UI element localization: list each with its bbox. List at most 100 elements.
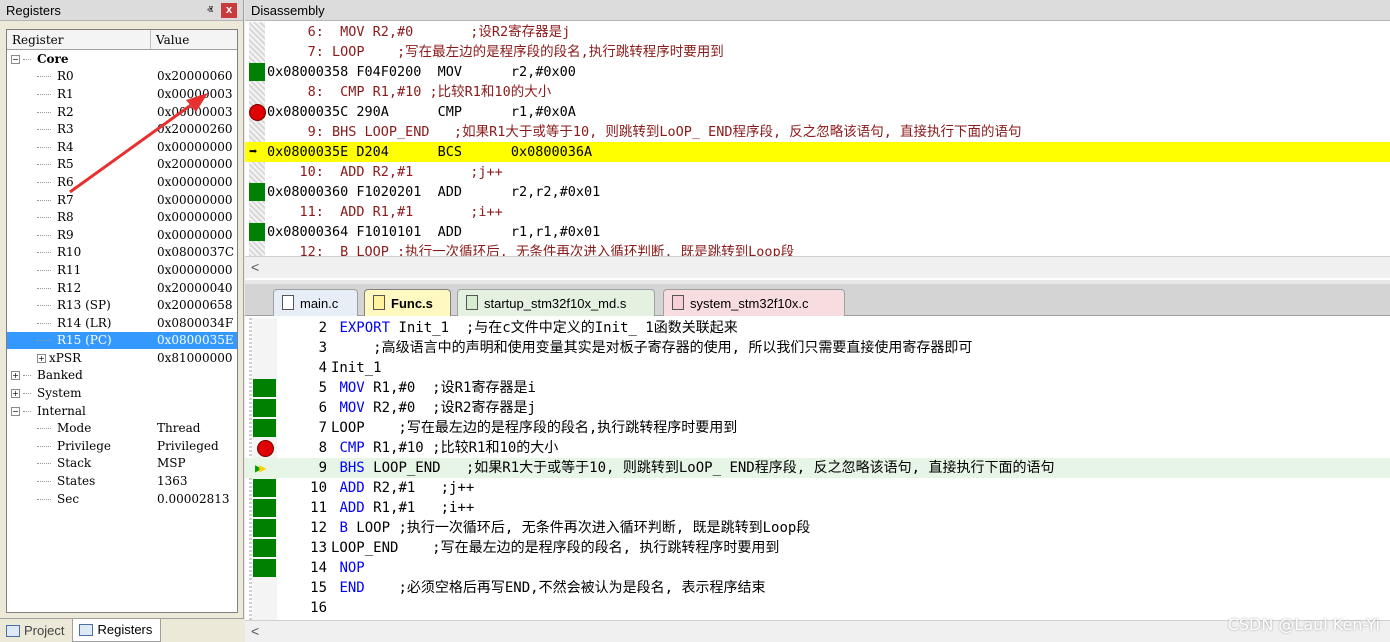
- register-value[interactable]: 0x00000000: [153, 263, 237, 277]
- pin-icon[interactable]: ⱏ: [207, 0, 213, 21]
- disassembly-instruction-line[interactable]: 0x08000360 F1020201 ADD r2,r2,#0x01: [245, 182, 1390, 202]
- scroll-left-arrow-icon[interactable]: <: [251, 623, 259, 639]
- register-value[interactable]: 0x81000000: [153, 351, 237, 365]
- register-row[interactable]: R11 0x00000000: [7, 261, 237, 279]
- editor-line[interactable]: 6 MOV R2,#0 ;设R2寄存器是j: [245, 398, 1390, 418]
- editor-horizontal-scrollbar[interactable]: <: [245, 620, 1390, 642]
- executed-code-marker[interactable]: [253, 399, 276, 417]
- register-value[interactable]: 0x20000060: [153, 69, 237, 83]
- register-row[interactable]: Mode Thread: [7, 419, 237, 437]
- tab-main-c[interactable]: main.c: [273, 289, 358, 316]
- register-row[interactable]: R14 (LR) 0x0800034F: [7, 314, 237, 332]
- register-row[interactable]: R0 0x20000060: [7, 68, 237, 86]
- tab-startup-s[interactable]: startup_stm32f10x_md.s: [457, 289, 655, 316]
- register-row[interactable]: − Internal: [7, 402, 237, 420]
- executed-code-marker[interactable]: [249, 183, 265, 201]
- disassembly-instruction-line[interactable]: ➡ 0x0800035E D204 BCS 0x0800036A: [245, 142, 1390, 162]
- disassembly-source-line[interactable]: 6: MOV R2,#0 ;设R2寄存器是j: [245, 22, 1390, 42]
- editor-text-area[interactable]: 2 EXPORT Init_1 ;与在c文件中定义的Init_ 1函数关联起来 3…: [245, 318, 1390, 620]
- register-row[interactable]: R4 0x00000000: [7, 138, 237, 156]
- register-value[interactable]: Privileged: [153, 439, 237, 453]
- register-value[interactable]: Thread: [153, 421, 237, 435]
- disassembly-source-line[interactable]: 9: BHS LOOP_END ;如果R1大于或等于10, 则跳转到LoOP_ …: [245, 122, 1390, 142]
- register-row[interactable]: − Core: [7, 50, 237, 68]
- editor-line[interactable]: 13 LOOP_END ;写在最左边的是程序段的段名, 执行跳转程序时要用到: [245, 538, 1390, 558]
- register-value[interactable]: 0x0800037C: [153, 245, 237, 259]
- expand-icon[interactable]: +: [37, 353, 46, 363]
- register-row[interactable]: R15 (PC) 0x0800035E: [7, 331, 237, 350]
- register-row[interactable]: + Banked: [7, 367, 237, 385]
- disassembly-horizontal-scrollbar[interactable]: <: [245, 256, 1390, 278]
- executed-code-marker[interactable]: [249, 63, 265, 81]
- register-value[interactable]: 0x20000000: [153, 157, 237, 171]
- register-value[interactable]: 0x20000040: [153, 281, 237, 295]
- tab-registers[interactable]: Registers: [72, 619, 162, 642]
- executed-code-marker[interactable]: [253, 499, 276, 517]
- register-row[interactable]: R10 0x0800037C: [7, 244, 237, 262]
- editor-line[interactable]: 7 LOOP ;写在最左边的是程序段的段名,执行跳转程序时要用到: [245, 418, 1390, 438]
- breakpoint-icon[interactable]: [249, 103, 266, 121]
- register-row[interactable]: R13 (SP) 0x20000658: [7, 296, 237, 314]
- executed-code-marker[interactable]: [253, 519, 276, 537]
- register-row[interactable]: R8 0x00000000: [7, 208, 237, 226]
- register-value[interactable]: 0x20000260: [153, 122, 237, 136]
- disassembly-source-line[interactable]: 10: ADD R2,#1 ;j++: [245, 162, 1390, 182]
- register-row[interactable]: R7 0x00000000: [7, 191, 237, 209]
- register-row[interactable]: R6 0x00000000: [7, 173, 237, 191]
- editor-line[interactable]: 11 ADD R1,#1 ;i++: [245, 498, 1390, 518]
- register-row[interactable]: + System: [7, 384, 237, 402]
- disassembly-source-line[interactable]: 11: ADD R1,#1 ;i++: [245, 202, 1390, 222]
- executed-code-marker[interactable]: [253, 379, 276, 397]
- register-value[interactable]: 0x20000658: [153, 298, 237, 312]
- editor-line[interactable]: 12 B LOOP ;执行一次循环后, 无条件再次进入循环判断, 既是跳转到Lo…: [245, 518, 1390, 538]
- register-row[interactable]: States 1363: [7, 472, 237, 490]
- register-row[interactable]: Sec 0.00002813: [7, 490, 237, 508]
- editor-line[interactable]: 2 EXPORT Init_1 ;与在c文件中定义的Init_ 1函数关联起来: [245, 318, 1390, 338]
- editor-line[interactable]: 10 ADD R2,#1 ;j++: [245, 478, 1390, 498]
- register-row[interactable]: R5 0x20000000: [7, 156, 237, 174]
- current-instruction-arrow-icon[interactable]: ➡: [249, 143, 265, 161]
- register-value[interactable]: 0x00000003: [153, 105, 237, 119]
- disassembly-source-line[interactable]: 8: CMP R1,#10 ;比较R1和10的大小: [245, 82, 1390, 102]
- disassembly-instruction-line[interactable]: 0x08000358 F04F0200 MOV r2,#0x00: [245, 62, 1390, 82]
- expand-icon[interactable]: +: [11, 389, 20, 399]
- collapse-icon[interactable]: −: [11, 54, 20, 64]
- editor-line[interactable]: 15 END ;必须空格后再写END,不然会被认为是段名, 表示程序结束: [245, 578, 1390, 598]
- close-icon[interactable]: x: [221, 3, 237, 18]
- disassembly-source-line[interactable]: 12: B LOOP ;执行一次循环后, 无条件再次进入循环判断, 既是跳转到L…: [245, 242, 1390, 256]
- disassembly-source-line[interactable]: 7: LOOP ;写在最左边的是程序段的段名,执行跳转程序时要用到: [245, 42, 1390, 62]
- column-header-register[interactable]: Register: [7, 30, 151, 49]
- disassembly-instruction-line[interactable]: 0x08000364 F1010101 ADD r1,r1,#0x01: [245, 222, 1390, 242]
- expand-icon[interactable]: +: [11, 371, 20, 381]
- register-value[interactable]: 0x00000000: [153, 175, 237, 189]
- editor-line[interactable]: 3 ;高级语言中的声明和使用变量其实是对板子寄存器的使用, 所以我们只需要直接使…: [245, 338, 1390, 358]
- register-row[interactable]: Stack MSP: [7, 455, 237, 473]
- tab-func-s[interactable]: Func.s: [364, 289, 451, 316]
- register-value[interactable]: 0x00000000: [153, 228, 237, 242]
- register-row[interactable]: R9 0x00000000: [7, 226, 237, 244]
- executed-code-marker[interactable]: [253, 419, 276, 437]
- tab-project[interactable]: Project: [0, 619, 72, 642]
- disassembly-instruction-line[interactable]: 0x0800035C 290A CMP r1,#0x0A: [245, 102, 1390, 122]
- executed-code-marker[interactable]: [249, 223, 265, 241]
- breakpoint-icon[interactable]: [253, 439, 276, 457]
- editor-line[interactable]: 5 MOV R1,#0 ;设R1寄存器是i: [245, 378, 1390, 398]
- register-value[interactable]: 0x00000000: [153, 140, 237, 154]
- register-value[interactable]: 0x0800035E: [153, 333, 237, 348]
- collapse-icon[interactable]: −: [11, 406, 20, 416]
- editor-line[interactable]: 14 NOP: [245, 558, 1390, 578]
- register-row[interactable]: R2 0x00000003: [7, 103, 237, 121]
- register-value[interactable]: MSP: [153, 456, 237, 470]
- register-tree[interactable]: Register Value − Core R0 0x20000060 R1 0x0000…: [6, 29, 238, 613]
- editor-line[interactable]: 4 Init_1: [245, 358, 1390, 378]
- executed-code-marker[interactable]: [253, 479, 276, 497]
- column-header-value[interactable]: Value: [151, 30, 237, 49]
- register-row[interactable]: + xPSR 0x81000000: [7, 349, 237, 367]
- executed-code-marker[interactable]: [253, 539, 276, 557]
- editor-line[interactable]: ▶▶ 9 BHS LOOP_END ;如果R1大于或等于10, 则跳转到LoOP_…: [245, 458, 1390, 478]
- register-value[interactable]: 0x0800034F: [153, 316, 237, 330]
- current-line-arrow-icon[interactable]: ▶▶: [253, 459, 276, 477]
- disassembly-view[interactable]: 6: MOV R2,#0 ;设R2寄存器是j 7: LOOP ;写在最左边的是程…: [245, 22, 1390, 256]
- register-value[interactable]: 0x00000000: [153, 210, 237, 224]
- register-value[interactable]: 1363: [153, 474, 237, 488]
